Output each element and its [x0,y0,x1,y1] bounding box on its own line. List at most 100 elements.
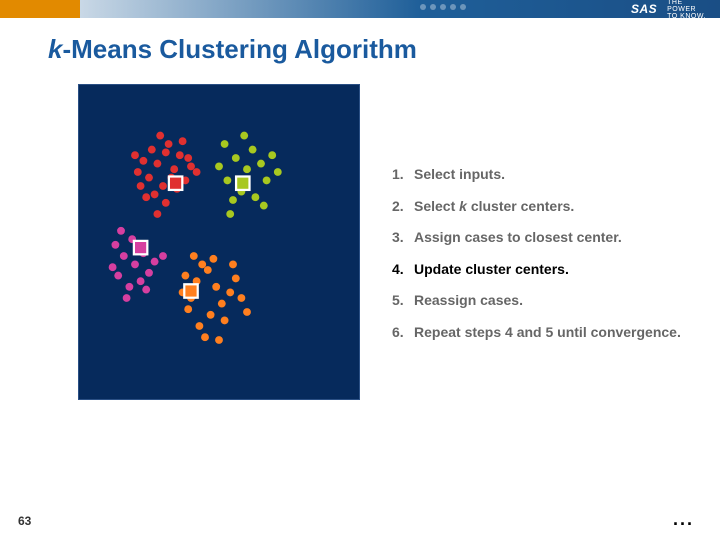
data-point [142,193,150,201]
data-point [215,336,223,344]
data-point [131,260,139,268]
step-text: Assign cases to closest center. [414,229,622,247]
cluster-center-marker [236,176,249,189]
data-point [226,288,234,296]
data-point [162,199,170,207]
data-point [193,168,201,176]
scatter-svg [79,85,359,399]
step-3: 3. Assign cases to closest center. [392,229,692,247]
data-point [145,174,153,182]
cluster-center-marker [184,284,197,297]
data-point [137,277,145,285]
data-point [221,316,229,324]
data-point [229,260,237,268]
data-point [179,137,187,145]
sas-logo: SAS [631,2,657,16]
data-point [151,258,159,266]
data-point [207,311,215,319]
data-point [156,132,164,140]
data-point [257,160,265,168]
data-point [268,151,276,159]
data-point [223,176,231,184]
data-point [226,210,234,218]
data-point [131,151,139,159]
data-point [209,255,217,263]
data-point [184,305,192,313]
step-number: 6. [392,324,408,342]
top-bar: SAS THE POWER TO KNOW. [0,0,720,18]
data-point [249,146,257,154]
data-point [153,210,161,218]
data-point [218,300,226,308]
ellipsis-icon: ... [673,509,694,530]
step-4: 4. Update cluster centers. [392,261,692,279]
data-point [204,266,212,274]
data-point [187,162,195,170]
data-point [190,252,198,260]
data-point [215,162,223,170]
slide-title: k-Means Clustering Algorithm [48,34,417,65]
data-point [201,333,209,341]
data-point [251,193,259,201]
step-text: Reassign cases. [414,292,523,310]
step-text: Select k cluster centers. [414,198,574,216]
step-5: 5. Reassign cases. [392,292,692,310]
data-point [274,168,282,176]
data-point [120,252,128,260]
decorative-dots [420,4,466,10]
data-point [212,283,220,291]
cluster-center-marker [134,241,147,254]
data-point [165,140,173,148]
step-number: 3. [392,229,408,247]
data-point [148,146,156,154]
data-point [221,140,229,148]
data-point [145,269,153,277]
data-point [198,260,206,268]
algorithm-steps: 1. Select inputs. 2. Select k cluster cente… [392,166,692,355]
data-point [134,168,142,176]
data-point [176,151,184,159]
data-point [139,157,147,165]
data-point [181,272,189,280]
data-point [125,283,133,291]
data-point [243,308,251,316]
brand-block: SAS THE POWER TO KNOW. [631,0,706,20]
data-point [170,165,178,173]
data-point [260,202,268,210]
data-point [123,294,131,302]
step-number: 1. [392,166,408,184]
data-point [195,322,203,330]
data-point [114,272,122,280]
step-number: 2. [392,198,408,216]
data-point [243,165,251,173]
step-1: 1. Select inputs. [392,166,692,184]
data-point [153,160,161,168]
data-point [109,263,117,271]
data-point [137,182,145,190]
step-text: Select inputs. [414,166,505,184]
cluster-plot [78,84,360,400]
step-number: 5. [392,292,408,310]
data-point [162,148,170,156]
data-point [151,190,159,198]
step-6: 6. Repeat steps 4 and 5 until convergence… [392,324,692,342]
data-point [229,196,237,204]
step-number: 4. [392,261,408,279]
data-point [111,241,119,249]
data-point [159,252,167,260]
data-point [117,227,125,235]
brand-tagline: THE POWER TO KNOW. [667,0,706,20]
step-text: Repeat steps 4 and 5 until convergence. [414,324,681,342]
page-number: 63 [18,514,31,528]
step-text: Update cluster centers. [414,261,569,279]
cluster-center-marker [169,176,182,189]
data-point [184,154,192,162]
data-point [142,286,150,294]
data-point [232,274,240,282]
data-point [159,182,167,190]
data-point [240,132,248,140]
data-point [232,154,240,162]
data-point [237,294,245,302]
data-point [263,176,271,184]
step-2: 2. Select k cluster centers. [392,198,692,216]
